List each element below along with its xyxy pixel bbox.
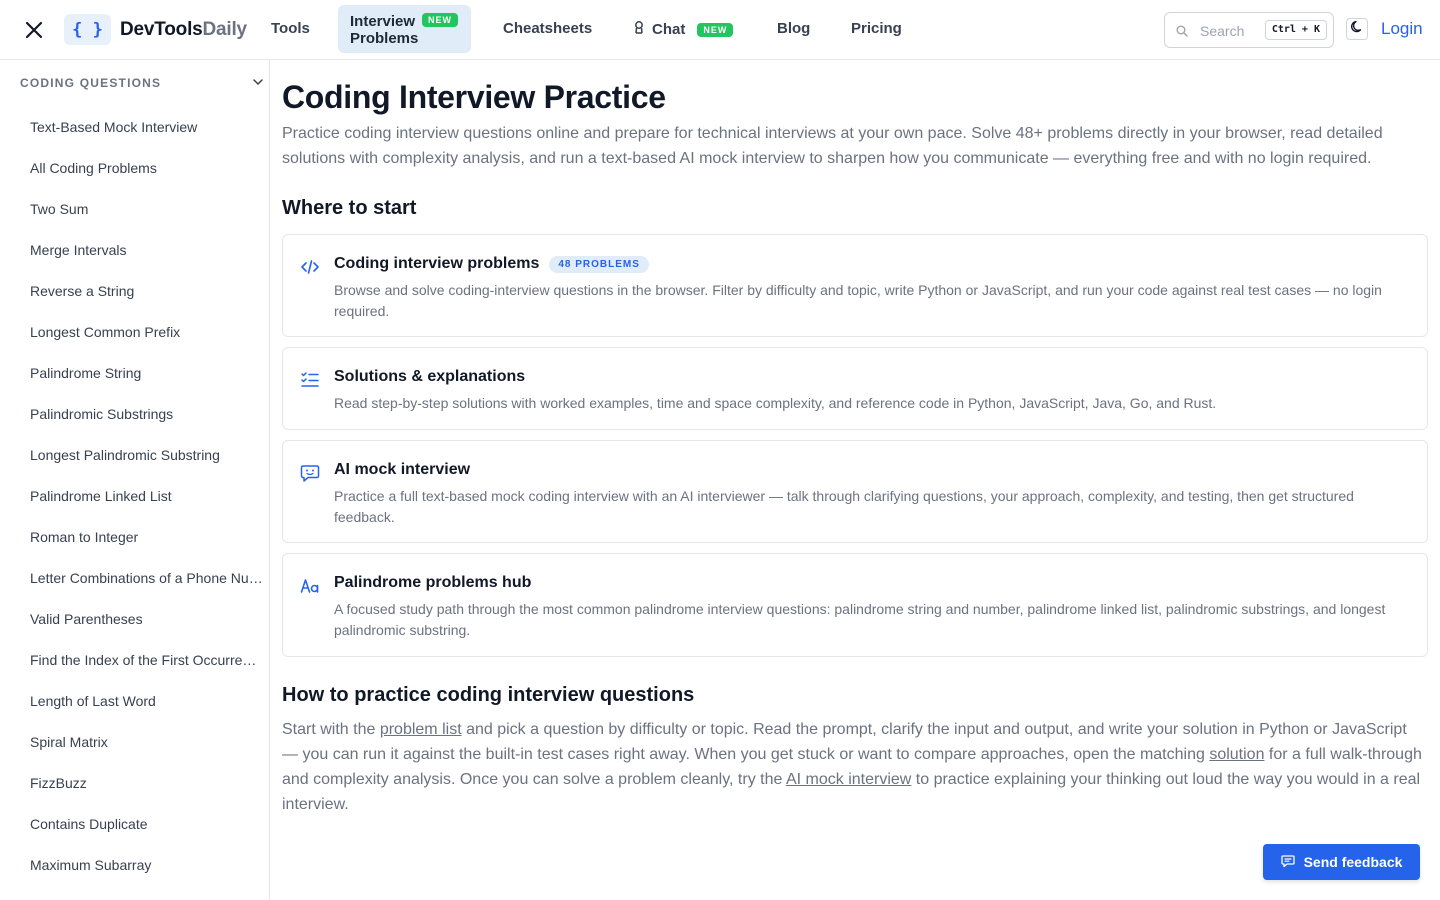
brand-name[interactable]: DevToolsDaily: [120, 19, 247, 41]
chat-bot-icon: [300, 463, 320, 483]
code-icon: [300, 257, 320, 277]
card-title-row: Palindrome problems hub: [334, 574, 531, 592]
sidebar-item-longest-palindromic-substring[interactable]: Longest Palindromic Substring: [0, 445, 269, 486]
page-title: Coding Interview Practice: [282, 79, 666, 115]
card-description: Browse and solve coding-interview questi…: [334, 282, 1382, 319]
where-to-start-heading: Where to start: [282, 197, 417, 219]
nav-blog[interactable]: Blog: [777, 20, 810, 37]
nav-pricing[interactable]: Pricing: [851, 20, 902, 37]
send-feedback-label: Send feedback: [1303, 854, 1403, 870]
sidebar-item-maximum-subarray[interactable]: Maximum Subarray: [0, 855, 269, 896]
sidebar-section-toggle[interactable]: CODING QUESTIONS: [20, 74, 264, 90]
logo-icon[interactable]: { }: [64, 14, 111, 45]
sidebar-item-all-problems[interactable]: All Coding Problems: [0, 158, 269, 199]
send-feedback-button[interactable]: Send feedback: [1263, 844, 1420, 880]
sidebar-item-merge-intervals[interactable]: Merge Intervals: [0, 240, 269, 281]
login-link[interactable]: Login: [1381, 19, 1423, 39]
intro-paragraph: Practice coding interview questions onli…: [282, 125, 1383, 167]
nav-cheatsheets[interactable]: Cheatsheets: [503, 20, 592, 37]
problem-list-link[interactable]: problem list: [380, 721, 462, 738]
sidebar-item-letter-combinations[interactable]: Letter Combinations of a Phone Number: [0, 568, 269, 609]
sidebar-item-first-occurrence[interactable]: Find the Index of the First Occurrence i…: [0, 650, 269, 691]
card-title: Coding interview problems: [334, 255, 540, 272]
sidebar-item-two-sum[interactable]: Two Sum: [0, 199, 269, 240]
message-icon: [1280, 854, 1295, 871]
search-icon: [1176, 24, 1188, 42]
sidebar-item-fizzbuzz[interactable]: FizzBuzz: [0, 773, 269, 814]
sidebar-item-palindromic-substrings[interactable]: Palindromic Substrings: [0, 404, 269, 445]
sidebar-item-reverse-string[interactable]: Reverse a String: [0, 281, 269, 322]
moon-icon: [1350, 20, 1364, 39]
chevron-down-icon: [252, 75, 264, 93]
nav-interview-line1: Interview: [350, 13, 416, 30]
how-to-practice-heading: How to practice coding interview questio…: [282, 684, 695, 706]
card-description: A focused study path through the most co…: [334, 601, 1386, 638]
card-title: AI mock interview: [334, 461, 471, 478]
sidebar-item-palindrome-string[interactable]: Palindrome String: [0, 363, 269, 404]
sidebar-item-valid-parentheses[interactable]: Valid Parentheses: [0, 609, 269, 650]
theme-toggle-button[interactable]: [1346, 18, 1368, 40]
problems-count-badge: 48 PROBLEMS: [549, 255, 649, 273]
card-title-row: Solutions & explanations: [334, 368, 525, 386]
sidebar-item-spiral-matrix[interactable]: Spiral Matrix: [0, 732, 269, 773]
bot-icon: [632, 20, 646, 39]
search-placeholder: Search: [1200, 23, 1245, 39]
new-badge: NEW: [422, 13, 458, 27]
card-coding-problems[interactable]: Coding interview problems 48 PROBLEMS Br…: [282, 234, 1428, 337]
card-title-row: AI mock interview: [334, 461, 470, 479]
nav-interview-line2: Problems: [350, 30, 419, 47]
sidebar-item-roman-to-integer[interactable]: Roman to Integer: [0, 527, 269, 568]
sidebar-list: Text-Based Mock Interview All Coding Pro…: [0, 117, 269, 896]
nav-chat-label: Chat: [652, 21, 686, 38]
card-palindrome-hub[interactable]: Palindrome problems hub A focused study …: [282, 553, 1428, 657]
how-to-practice-paragraph: Start with the problem list and pick a q…: [282, 717, 1422, 817]
card-solutions[interactable]: Solutions & explanations Read step-by-st…: [282, 347, 1428, 430]
card-title-row: Coding interview problems 48 PROBLEMS: [334, 255, 649, 273]
sidebar-item-mock-interview[interactable]: Text-Based Mock Interview: [0, 117, 269, 158]
new-badge: NEW: [697, 22, 734, 37]
sidebar-item-length-of-last-word[interactable]: Length of Last Word: [0, 691, 269, 732]
logo-glyphs: { }: [72, 19, 103, 40]
text-case-icon: [300, 576, 320, 596]
search-shortcut: Ctrl + K: [1264, 20, 1327, 40]
how-text-1: Start with the: [282, 721, 380, 738]
card-title: Palindrome problems hub: [334, 574, 532, 591]
card-ai-mock-interview[interactable]: AI mock interview Practice a full text-b…: [282, 440, 1428, 543]
card-description: Practice a full text-based mock coding i…: [334, 488, 1354, 525]
nav-interview-problems[interactable]: Interview Problems NEW: [338, 5, 471, 53]
sidebar-section-title: CODING QUESTIONS: [20, 76, 162, 90]
sidebar-item-contains-duplicate[interactable]: Contains Duplicate: [0, 814, 269, 855]
ai-mock-interview-link[interactable]: AI mock interview: [786, 771, 911, 788]
solution-link[interactable]: solution: [1209, 746, 1264, 763]
brand-part-1: DevTools: [120, 19, 203, 40]
close-icon[interactable]: [22, 18, 46, 42]
nav-tools[interactable]: Tools: [271, 20, 310, 37]
search-input[interactable]: Search Ctrl + K: [1164, 12, 1334, 48]
sidebar-item-longest-common-prefix[interactable]: Longest Common Prefix: [0, 322, 269, 363]
nav-chat[interactable]: Chat NEW: [632, 20, 734, 39]
sidebar: CODING QUESTIONS Text-Based Mock Intervi…: [0, 60, 270, 900]
card-title: Solutions & explanations: [334, 368, 526, 385]
sidebar-item-palindrome-linked-list[interactable]: Palindrome Linked List: [0, 486, 269, 527]
brand-part-2: Daily: [202, 19, 248, 40]
card-description: Read step-by-step solutions with worked …: [334, 395, 1217, 411]
top-navbar: { } DevToolsDaily Tools Interview Proble…: [0, 0, 1440, 60]
list-checks-icon: [300, 370, 320, 390]
